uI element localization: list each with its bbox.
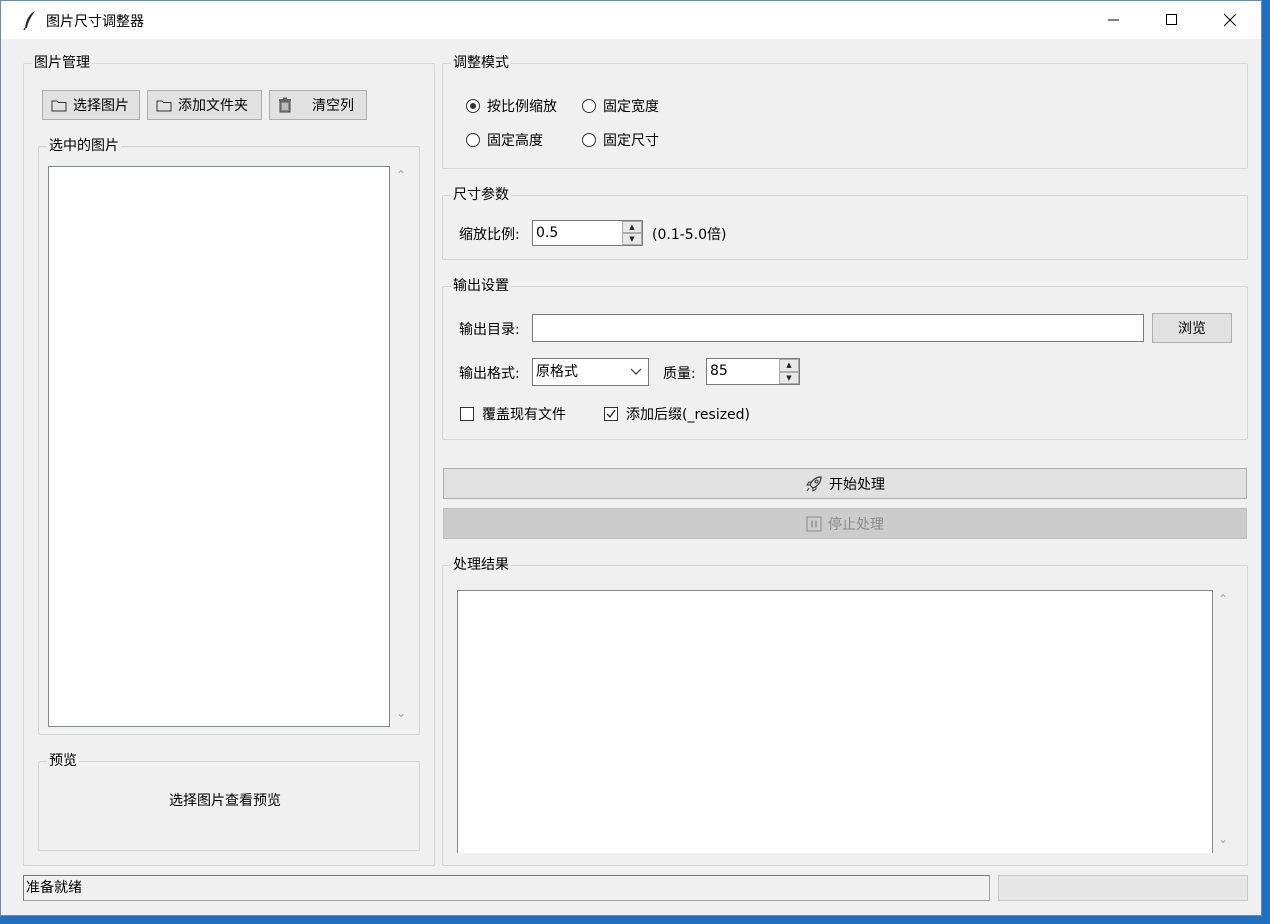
resize-mode-label: 调整模式	[451, 54, 511, 72]
browse-label: 浏览	[1178, 321, 1206, 337]
selected-images-list[interactable]	[48, 166, 390, 727]
overwrite-label: 覆盖现有文件	[482, 407, 566, 423]
minimize-icon	[1108, 19, 1119, 21]
radio-scale-proportional[interactable]: 按比例缩放	[466, 96, 557, 116]
radio-fixed-height[interactable]: 固定高度	[466, 130, 543, 150]
radio-label: 固定高度	[487, 133, 543, 149]
chevron-down-icon	[630, 359, 642, 394]
browse-button[interactable]: 浏览	[1152, 313, 1232, 343]
stop-processing-button[interactable]: 停止处理	[443, 508, 1247, 539]
scroll-up-icon[interactable]: ⌃	[1218, 592, 1228, 606]
radio-indicator	[582, 99, 596, 113]
output-format-label: 输出格式:	[459, 366, 520, 382]
title-bar: 图片尺寸调整器	[1, 1, 1261, 39]
checkbox-indicator	[460, 407, 474, 421]
status-bar: 准备就绪	[23, 875, 990, 901]
rocket-icon	[805, 475, 823, 493]
folder-icon	[156, 99, 172, 112]
radio-fixed-width[interactable]: 固定宽度	[582, 96, 659, 116]
results-scrollbar[interactable]: ⌃ ⌄	[1213, 590, 1233, 853]
folder-icon	[51, 99, 67, 112]
window-title: 图片尺寸调整器	[46, 14, 144, 30]
scale-ratio-spin-buttons[interactable]: ▲ ▼	[622, 221, 642, 245]
size-params-label: 尺寸参数	[451, 186, 511, 204]
resize-mode-group: 调整模式	[442, 54, 1248, 169]
checkbox-indicator	[604, 407, 618, 421]
output-format-value: 原格式	[536, 364, 578, 380]
selected-images-label: 选中的图片	[47, 137, 121, 155]
add-folder-label: 添加文件夹	[178, 98, 248, 114]
spin-down-icon[interactable]: ▼	[779, 371, 799, 384]
select-images-button[interactable]: 选择图片	[42, 90, 140, 120]
scroll-down-icon[interactable]: ⌄	[396, 706, 406, 720]
select-images-label: 选择图片	[73, 98, 129, 114]
output-dir-input[interactable]	[532, 314, 1144, 342]
add-suffix-checkbox[interactable]: 添加后缀(_resized)	[604, 404, 750, 424]
quality-label: 质量:	[663, 366, 696, 382]
radio-label: 按比例缩放	[487, 99, 557, 115]
radio-fixed-size[interactable]: 固定尺寸	[582, 130, 659, 150]
selected-images-scrollbar[interactable]: ⌃ ⌄	[391, 166, 411, 727]
quality-spinbox[interactable]: 85 ▲ ▼	[706, 358, 800, 385]
spin-up-icon[interactable]: ▲	[779, 359, 799, 372]
progress-bar	[998, 875, 1248, 901]
clear-list-label: 清空列	[312, 98, 354, 114]
preview-placeholder: 选择图片查看预览	[169, 793, 281, 809]
radio-label: 固定宽度	[603, 99, 659, 115]
maximize-icon	[1166, 14, 1177, 25]
radio-indicator	[582, 133, 596, 147]
start-processing-button[interactable]: 开始处理	[443, 468, 1247, 499]
scale-ratio-label: 缩放比例:	[459, 227, 520, 243]
close-button[interactable]	[1201, 1, 1259, 39]
radio-label: 固定尺寸	[603, 133, 659, 149]
pause-icon	[806, 516, 822, 532]
spin-down-icon[interactable]: ▼	[622, 233, 642, 245]
scale-ratio-value: 0.5	[536, 225, 559, 241]
start-processing-label: 开始处理	[829, 476, 885, 493]
feather-icon	[23, 10, 37, 31]
scale-range-hint: (0.1-5.0倍)	[652, 227, 727, 243]
scroll-up-icon[interactable]: ⌃	[396, 168, 406, 182]
add-suffix-label: 添加后缀(_resized)	[626, 407, 751, 423]
spin-up-icon[interactable]: ▲	[622, 221, 642, 233]
quality-value: 85	[710, 363, 728, 379]
output-settings-label: 输出设置	[451, 277, 511, 295]
quality-spin-buttons[interactable]: ▲ ▼	[779, 359, 799, 384]
results-label: 处理结果	[451, 556, 511, 574]
close-icon	[1224, 14, 1236, 26]
overwrite-checkbox[interactable]: 覆盖现有文件	[460, 404, 566, 424]
stop-processing-label: 停止处理	[828, 516, 884, 533]
radio-indicator	[466, 133, 480, 147]
app-window: 图片尺寸调整器 图片管理 选择图片 添加文件夹 清空列 选中的图片 ⌃ ⌄ 预览…	[0, 0, 1262, 916]
add-folder-button[interactable]: 添加文件夹	[147, 90, 262, 120]
status-text: 准备就绪	[26, 880, 82, 896]
results-textarea[interactable]	[457, 590, 1213, 853]
minimize-button[interactable]	[1085, 1, 1143, 39]
scale-ratio-spinbox[interactable]: 0.5 ▲ ▼	[532, 220, 643, 246]
clear-list-button[interactable]: 清空列	[269, 90, 367, 120]
output-format-select[interactable]: 原格式	[532, 358, 649, 386]
trash-icon	[278, 97, 292, 113]
maximize-button[interactable]	[1143, 1, 1201, 39]
radio-indicator	[466, 99, 480, 113]
preview-label: 预览	[47, 752, 79, 770]
checkmark-icon	[606, 409, 616, 419]
scroll-down-icon[interactable]: ⌄	[1218, 832, 1228, 846]
output-dir-label: 输出目录:	[459, 322, 520, 338]
image-management-label: 图片管理	[32, 54, 92, 72]
